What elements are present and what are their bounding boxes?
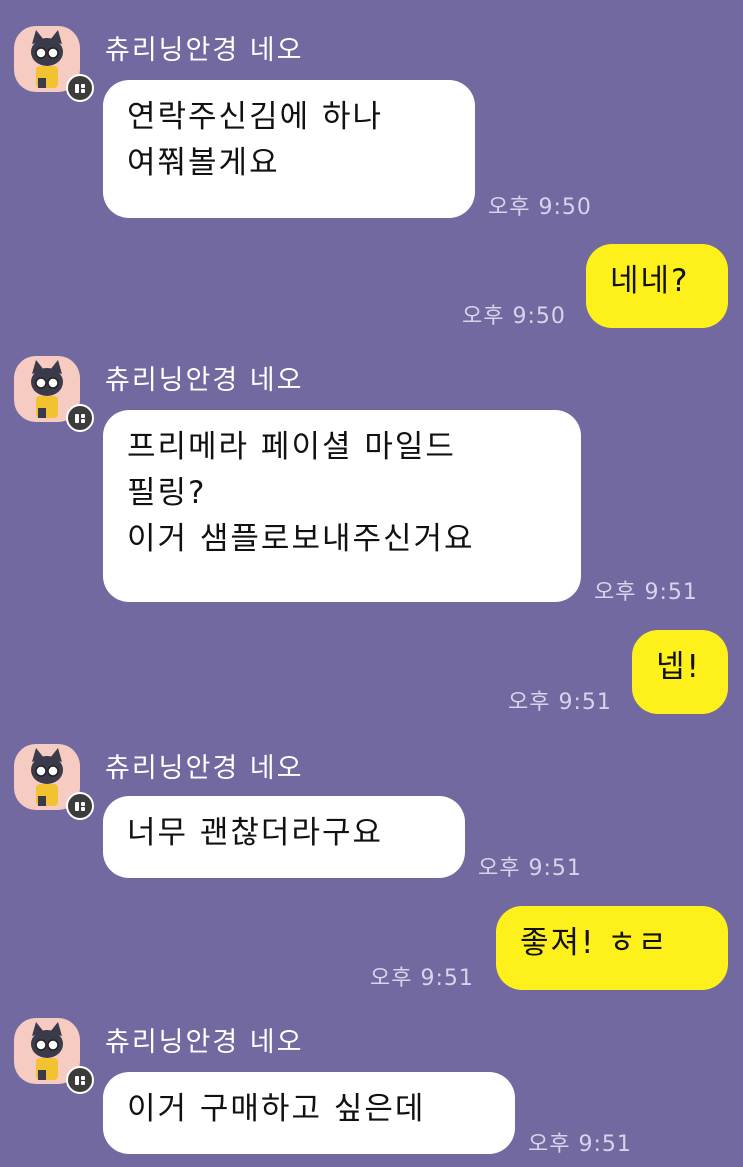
message-time: 오후 9:50	[462, 304, 566, 329]
sender-name: 츄리닝안경 네오	[105, 1027, 304, 1058]
message-line: 네네?	[610, 263, 690, 299]
sent-bubble[interactable]: 넵!	[632, 630, 728, 714]
kakao-profile-badge-icon	[66, 1066, 94, 1094]
sender-name: 츄리닝안경 네오	[105, 35, 304, 66]
sent-bubble[interactable]: 좋져! ㅎㄹ	[496, 906, 728, 990]
message-time: 오후 9:51	[528, 1132, 632, 1157]
message-line: 좋져! ㅎㄹ	[520, 925, 669, 961]
message-time: 오후 9:51	[594, 580, 698, 605]
message-line: 넵!	[656, 649, 701, 685]
message-group	[14, 356, 94, 432]
message-line: 이거 구매하고 싶은데	[127, 1091, 426, 1127]
message-line: 너무 괜찮더라구요	[127, 815, 384, 851]
message-line: 필링?	[127, 475, 207, 511]
received-bubble[interactable]: 연락주신김에 하나 여쭤볼게요	[103, 80, 475, 218]
kakao-profile-badge-icon	[66, 792, 94, 820]
kakao-profile-badge-icon	[66, 404, 94, 432]
message-line: 연락주신김에 하나	[127, 99, 384, 135]
message-line: 프리메라 페이셜 마일드	[127, 429, 456, 465]
message-time: 오후 9:50	[488, 195, 592, 220]
sent-bubble[interactable]: 네네?	[586, 244, 728, 328]
received-bubble[interactable]: 프리메라 페이셜 마일드 필링? 이거 샘플로보내주신거요	[103, 410, 581, 602]
message-line: 이거 샘플로보내주신거요	[127, 521, 475, 557]
message-group	[14, 744, 94, 820]
message-line: 여쭤볼게요	[127, 145, 280, 181]
message-group	[14, 26, 94, 102]
sender-name: 츄리닝안경 네오	[105, 753, 304, 784]
sender-name: 츄리닝안경 네오	[105, 365, 304, 396]
received-bubble[interactable]: 이거 구매하고 싶은데	[103, 1072, 515, 1154]
received-bubble[interactable]: 너무 괜찮더라구요	[103, 796, 465, 878]
kakao-profile-badge-icon	[66, 74, 94, 102]
message-time: 오후 9:51	[508, 690, 612, 715]
message-time: 오후 9:51	[370, 966, 474, 991]
message-time: 오후 9:51	[478, 856, 582, 881]
message-group	[14, 1018, 94, 1094]
